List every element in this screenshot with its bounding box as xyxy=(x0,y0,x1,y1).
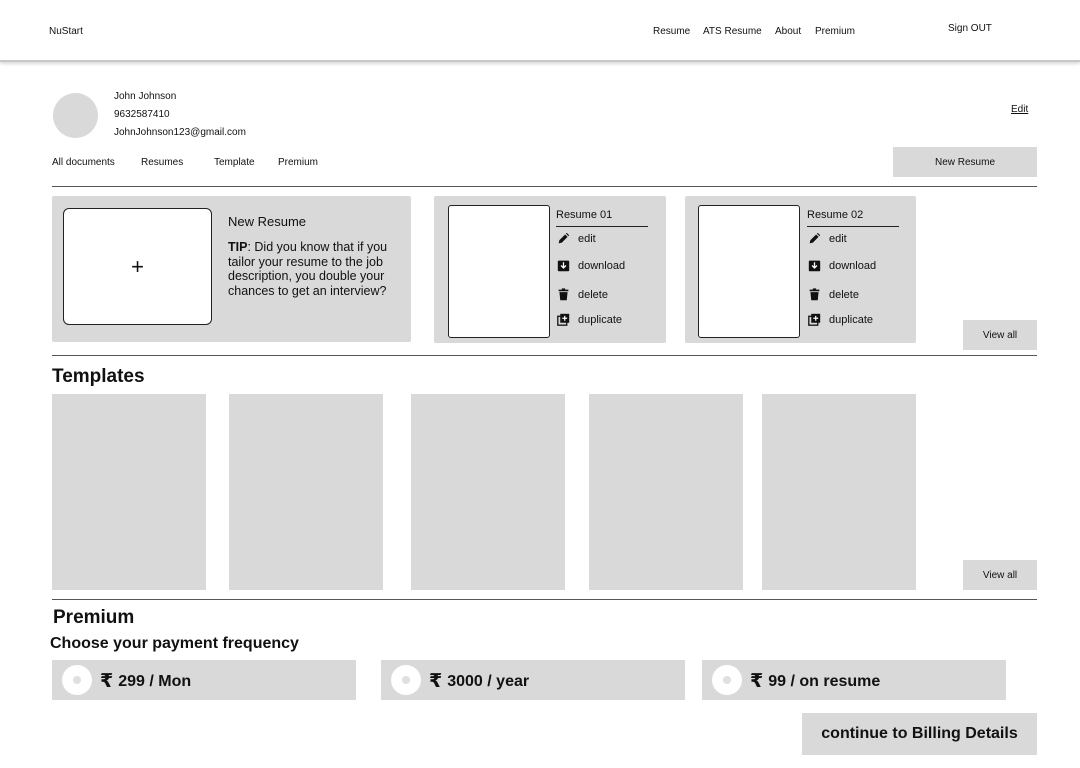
rupee-icon: ₹ xyxy=(429,671,443,692)
download-button[interactable]: download xyxy=(808,259,876,272)
nav-link-about[interactable]: About xyxy=(775,26,801,37)
edit-button[interactable]: edit xyxy=(808,232,847,245)
plan-label: ₹99 / on resume xyxy=(750,670,880,693)
rupee-icon: ₹ xyxy=(750,671,764,692)
action-label: delete xyxy=(829,288,859,301)
nav-link-premium[interactable]: Premium xyxy=(815,26,855,37)
edit-button[interactable]: edit xyxy=(557,232,596,245)
duplicate-icon xyxy=(808,313,821,326)
template-card[interactable] xyxy=(589,394,743,590)
template-card[interactable] xyxy=(411,394,565,590)
plan-yearly-option[interactable]: ₹3000 / year xyxy=(381,660,685,700)
tab-template[interactable]: Template xyxy=(214,157,255,168)
tip-text: TIP: Did you know that if you tailor you… xyxy=(228,240,400,298)
payment-frequency-heading: Choose your payment frequency xyxy=(50,635,299,652)
avatar xyxy=(53,93,98,138)
edit-profile-link[interactable]: Edit xyxy=(1011,104,1028,115)
trash-icon xyxy=(809,288,820,301)
duplicate-icon xyxy=(557,313,570,326)
delete-button[interactable]: delete xyxy=(557,288,608,301)
top-nav xyxy=(0,0,1080,62)
duplicate-button[interactable]: duplicate xyxy=(557,313,622,326)
tip-label: TIP xyxy=(228,240,248,254)
sign-out-link[interactable]: Sign OUT xyxy=(948,23,992,34)
delete-button[interactable]: delete xyxy=(808,288,859,301)
view-all-templates-button[interactable]: View all xyxy=(963,560,1037,590)
new-resume-title: New Resume xyxy=(228,214,307,229)
plan-price: 3000 / year xyxy=(447,672,530,690)
plan-price: 99 / on resume xyxy=(768,672,881,690)
nav-link-ats-resume[interactable]: ATS Resume xyxy=(703,26,762,37)
template-card[interactable] xyxy=(229,394,383,590)
view-all-resumes-button[interactable]: View all xyxy=(963,320,1037,350)
rupee-icon: ₹ xyxy=(100,671,114,692)
tip-body: : Did you know that if you tailor your r… xyxy=(228,240,388,298)
plan-monthly-option[interactable]: ₹299 / Mon xyxy=(52,660,356,700)
premium-title: Premium xyxy=(53,607,135,628)
nav-link-resume[interactable]: Resume xyxy=(653,26,690,37)
action-label: edit xyxy=(829,232,847,245)
action-label: edit xyxy=(578,232,596,245)
tab-resumes[interactable]: Resumes xyxy=(141,157,183,168)
plan-label: ₹299 / Mon xyxy=(100,670,191,693)
resume-thumbnail[interactable] xyxy=(448,205,550,338)
create-resume-plus-button[interactable]: + xyxy=(63,208,212,325)
radio-button[interactable] xyxy=(62,665,92,695)
plus-icon: + xyxy=(131,253,144,279)
profile-email: JohnJohnson123@gmail.com xyxy=(114,127,246,138)
tab-all-documents[interactable]: All documents xyxy=(52,157,115,168)
trash-icon xyxy=(558,288,569,301)
action-label: duplicate xyxy=(829,313,874,326)
tab-premium[interactable]: Premium xyxy=(278,157,318,168)
templates-title: Templates xyxy=(52,366,145,387)
download-icon xyxy=(808,260,821,272)
divider xyxy=(556,226,648,227)
resume-thumbnail[interactable] xyxy=(698,205,800,338)
template-card[interactable] xyxy=(52,394,206,590)
action-label: download xyxy=(578,259,626,272)
download-icon xyxy=(557,260,570,272)
action-label: delete xyxy=(578,288,608,301)
divider xyxy=(52,599,1037,600)
resume-title: Resume 02 xyxy=(807,209,864,221)
new-resume-button[interactable]: New Resume xyxy=(893,147,1037,177)
plan-label: ₹3000 / year xyxy=(429,670,529,693)
divider xyxy=(52,186,1037,187)
pencil-icon xyxy=(558,232,570,244)
divider xyxy=(807,226,899,227)
template-card[interactable] xyxy=(762,394,916,590)
resume-title: Resume 01 xyxy=(556,209,613,221)
profile-name: John Johnson xyxy=(114,91,177,102)
action-label: download xyxy=(829,259,877,272)
plan-per-resume-option[interactable]: ₹99 / on resume xyxy=(702,660,1006,700)
profile-phone: 9632587410 xyxy=(114,109,170,120)
radio-button[interactable] xyxy=(712,665,742,695)
divider xyxy=(52,355,1037,356)
duplicate-button[interactable]: duplicate xyxy=(808,313,873,326)
pencil-icon xyxy=(809,232,821,244)
download-button[interactable]: download xyxy=(557,259,625,272)
action-label: duplicate xyxy=(578,313,623,326)
continue-billing-button[interactable]: continue to Billing Details xyxy=(802,713,1037,755)
plan-price: 299 / Mon xyxy=(118,672,192,690)
brand-logo[interactable]: NuStart xyxy=(49,26,83,37)
radio-button[interactable] xyxy=(391,665,421,695)
